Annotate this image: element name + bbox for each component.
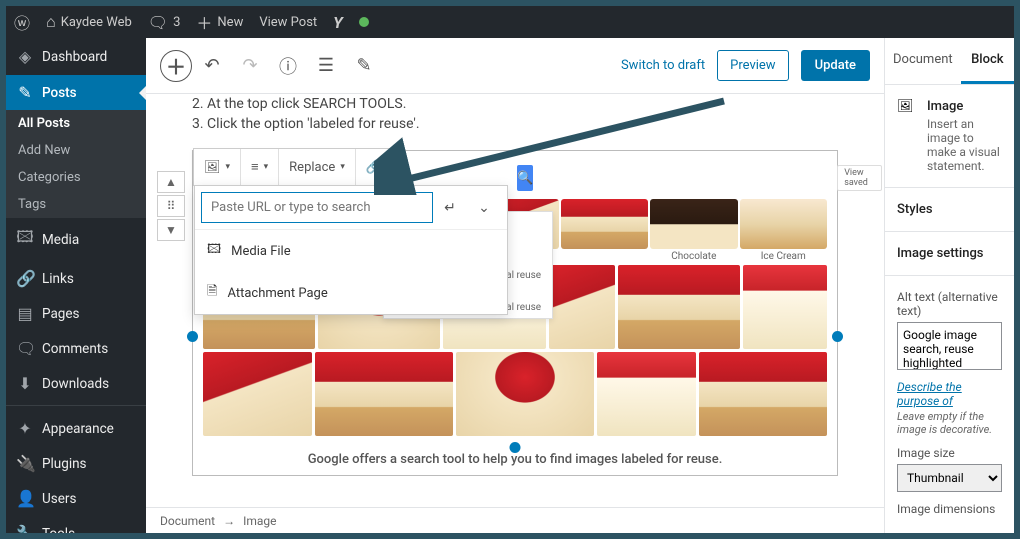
sidebar-item-plugins[interactable]: 🔌Plugins [6, 446, 146, 481]
info-button[interactable]: ⓘ [270, 48, 306, 84]
sidebar-item-comments[interactable]: 🗨Comments [6, 331, 146, 366]
alt-text-label: Alt text (alternative text) [897, 290, 1002, 318]
list-item: Click the option 'labeled for reuse'. [192, 114, 838, 134]
yoast-icon[interactable]: Y [325, 13, 351, 32]
image-block[interactable]: ▲ ⠿ ▼ 🖼▾ ≡▾ Replace▾ 🔗 ↵ ⌄ [192, 150, 838, 476]
settings-sidebar: Document Block 🖼 Image Insert an image t… [884, 38, 1014, 533]
block-type-icon[interactable]: 🖼▾ [194, 149, 241, 185]
align-button[interactable]: ≡▾ [241, 149, 279, 185]
link-button[interactable]: 🔗 [356, 149, 392, 185]
thumb-label: Ice Cream [761, 251, 806, 262]
sidebar-item-dashboard[interactable]: ◈Dashboard [6, 38, 146, 75]
drag-handle-icon[interactable]: ⠿ [157, 195, 185, 217]
view-saved: View saved [837, 165, 882, 191]
undo-button[interactable]: ↶ [194, 48, 230, 84]
edit-mode-button[interactable]: ✎ [346, 48, 382, 84]
move-down-icon[interactable]: ▼ [157, 219, 185, 241]
link-option-attachment[interactable]: 🗎Attachment Page [195, 272, 507, 314]
outline-button[interactable]: ☰ [308, 48, 344, 84]
sidebar-item-users[interactable]: 👤Users [6, 481, 146, 516]
admin-sidebar: ◈Dashboard ✎Posts All Posts Add New Cate… [6, 38, 146, 533]
sidebar-item-appearance[interactable]: ✦Appearance [6, 411, 146, 446]
block-name: Image [927, 99, 1002, 114]
sidebar-sub-all-posts[interactable]: All Posts [6, 110, 146, 137]
link-option-media[interactable]: 🖾Media File [195, 230, 507, 272]
view-post[interactable]: View Post [251, 15, 325, 30]
tab-block[interactable]: Block [961, 38, 1014, 84]
new-content[interactable]: ＋New [188, 10, 251, 34]
sidebar-item-posts[interactable]: ✎Posts [6, 75, 146, 110]
admin-bar: ⓦ ⌂Kaydee Web 🗨3 ＋New View Post Y [6, 6, 1014, 38]
preview-button[interactable]: Preview [717, 50, 788, 81]
page-icon: 🗎 [207, 282, 217, 304]
block-desc: Insert an image to make a visual stateme… [927, 117, 1002, 173]
block-mover[interactable]: ▲ ⠿ ▼ [157, 171, 185, 241]
switch-to-draft[interactable]: Switch to draft [621, 58, 705, 73]
move-up-icon[interactable]: ▲ [157, 171, 185, 193]
image-block-icon: 🖼 [897, 99, 919, 121]
instruction-list: At the top click SEARCH TOOLS. Click the… [192, 94, 838, 134]
alt-hint: Leave empty if the image is decorative. [897, 410, 1002, 436]
wp-logo-icon[interactable]: ⓦ [6, 10, 38, 34]
sidebar-item-tools[interactable]: 🔧Tools [6, 516, 146, 533]
sidebar-sub-add-new[interactable]: Add New [6, 137, 146, 164]
image-size-label: Image size [897, 446, 1002, 460]
sidebar-item-downloads[interactable]: ⬇Downloads [6, 366, 146, 401]
panel-title-styles[interactable]: Styles [897, 202, 1002, 217]
status-dot-icon [351, 17, 377, 27]
crumb[interactable]: Image [243, 514, 276, 528]
google-search-icon: 🔍 [517, 165, 533, 191]
media-icon: 🖾 [207, 240, 221, 262]
editor-topbar: ＋ ↶ ↷ ⓘ ☰ ✎ Switch to draft Preview Upda… [146, 38, 884, 94]
tab-document[interactable]: Document [885, 38, 961, 84]
block-breadcrumb: Document → Image [146, 507, 884, 533]
update-button[interactable]: Update [801, 50, 870, 81]
alt-text-input[interactable]: Google image search, reuse highlighted [897, 322, 1002, 370]
panel-title-image-settings[interactable]: Image settings [897, 246, 1002, 261]
block-toolbar: 🖼▾ ≡▾ Replace▾ 🔗 ↵ ⌄ 🖾Media File 🗎Attach… [193, 148, 393, 186]
link-settings-icon[interactable]: ⌄ [467, 192, 501, 223]
thumb-label: Chocolate [671, 251, 716, 262]
list-item: At the top click SEARCH TOOLS. [192, 94, 838, 114]
comments-bubble[interactable]: 🗨3 [140, 13, 189, 32]
sidebar-item-pages[interactable]: ▤Pages [6, 296, 146, 331]
replace-button[interactable]: Replace▾ [279, 149, 356, 185]
link-popover: ↵ ⌄ 🖾Media File 🗎Attachment Page [194, 185, 508, 315]
image-dims-label: Image dimensions [897, 502, 1002, 516]
site-name[interactable]: ⌂Kaydee Web [38, 12, 140, 32]
crumb[interactable]: Document [160, 514, 215, 528]
sidebar-item-links[interactable]: 🔗Links [6, 261, 146, 296]
link-url-input[interactable] [201, 192, 433, 223]
image-size-select[interactable]: Thumbnail [897, 464, 1002, 492]
add-block-button[interactable]: ＋ [160, 50, 192, 82]
sidebar-sub-tags[interactable]: Tags [6, 191, 146, 218]
sidebar-item-media[interactable]: 🖾Media [6, 218, 146, 261]
submit-link-icon[interactable]: ↵ [433, 192, 467, 223]
alt-help-link[interactable]: Describe the purpose of [897, 380, 1002, 408]
sidebar-sub-categories[interactable]: Categories [6, 164, 146, 191]
redo-button[interactable]: ↷ [232, 48, 268, 84]
